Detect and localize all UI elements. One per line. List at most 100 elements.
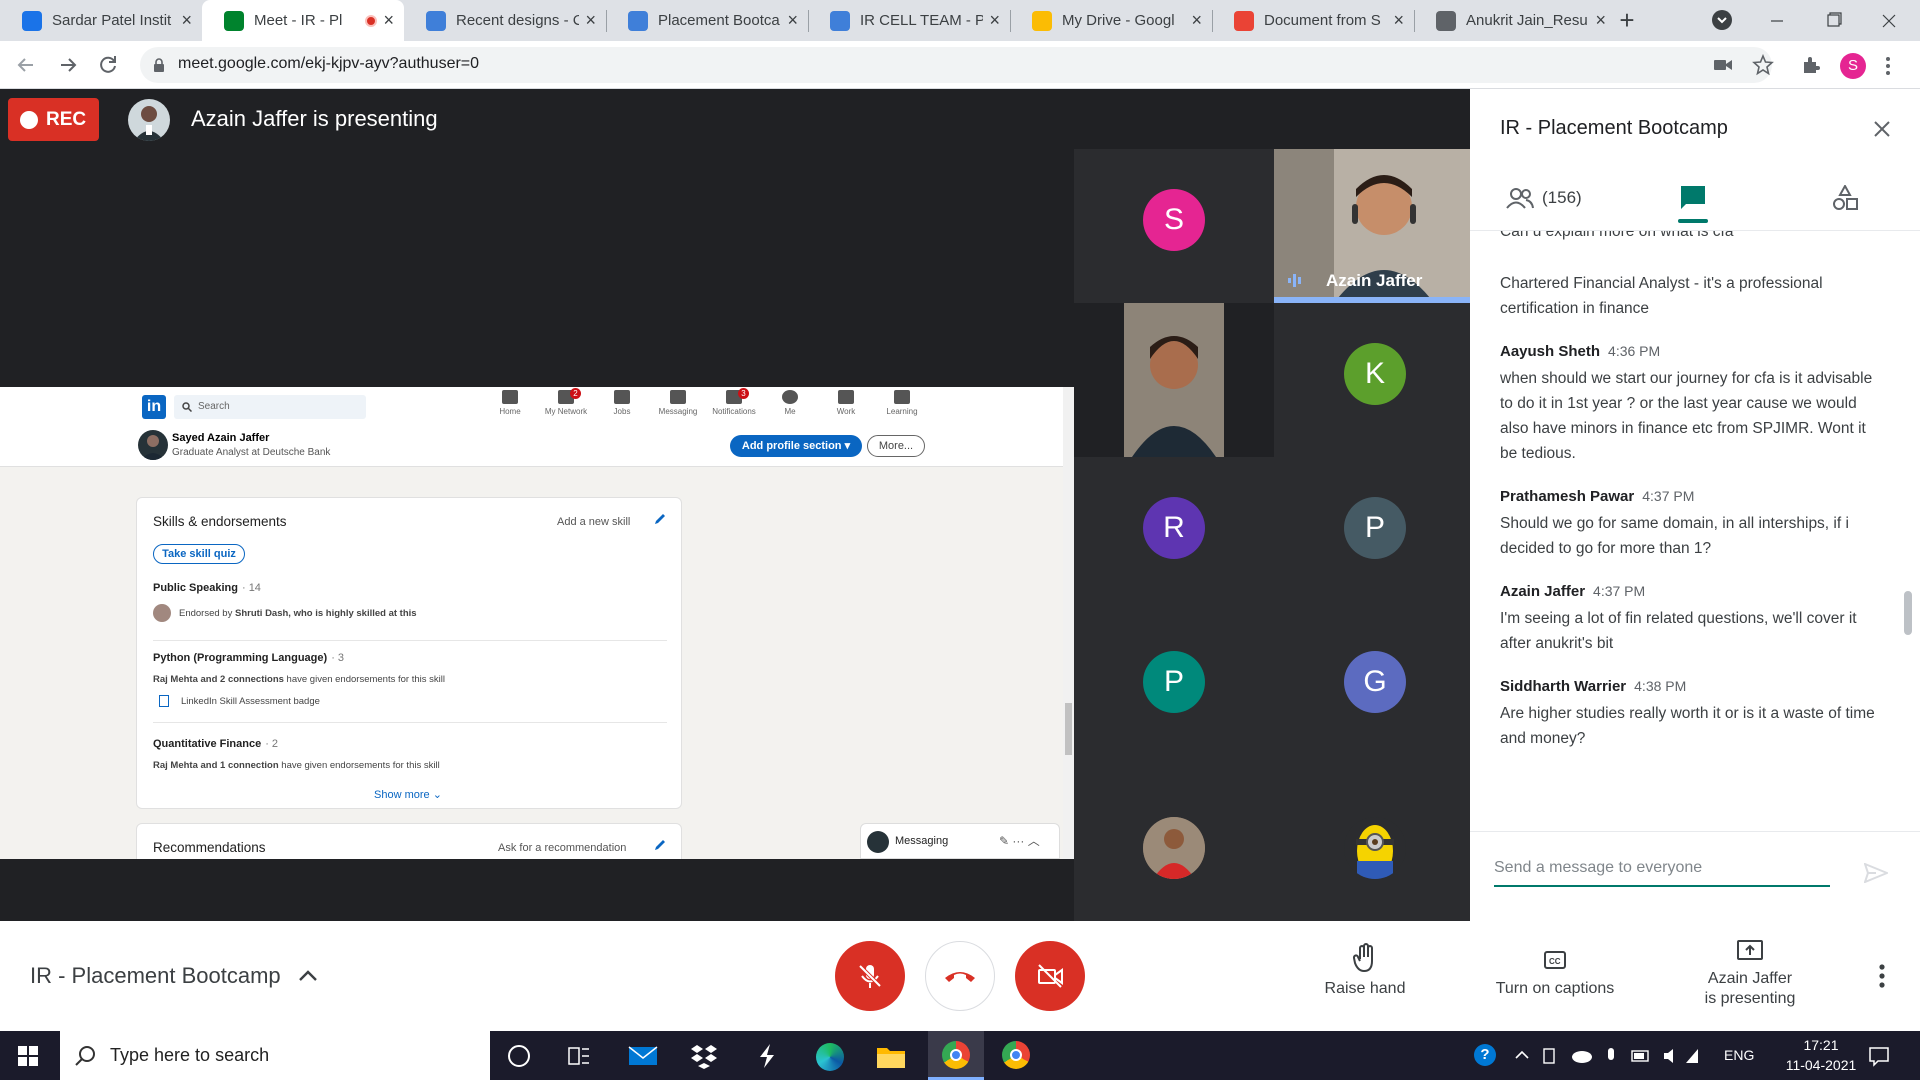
presentation-button[interactable]: Azain Jaffer is presenting: [1680, 939, 1820, 1023]
extensions-puzzle-icon[interactable]: [1800, 54, 1822, 76]
participant-avatar[interactable]: K: [1344, 343, 1406, 405]
browser-menu-icon[interactable]: [1884, 55, 1892, 77]
chat-message-input[interactable]: Send a message to everyone: [1494, 859, 1830, 887]
ask-recommendation-link[interactable]: Ask for a recommendation: [498, 842, 626, 854]
browser-tab[interactable]: My Drive - Googl ×: [1010, 0, 1212, 41]
participant-video-tile[interactable]: [1074, 303, 1274, 457]
minimize-window-button[interactable]: [1762, 6, 1792, 36]
skill-badge[interactable]: LinkedIn Skill Assessment badge: [153, 695, 667, 707]
linkedin-logo[interactable]: in: [142, 395, 166, 419]
captions-button[interactable]: CC Turn on captions: [1480, 949, 1630, 1009]
raise-hand-button[interactable]: Raise hand: [1310, 943, 1420, 1003]
linkedin-search-input[interactable]: Search: [174, 395, 366, 419]
linkedin-nav-notifications[interactable]: Notifications 3: [706, 388, 762, 420]
linkedin-profile-name[interactable]: Sayed Azain Jaffer: [172, 432, 269, 444]
speaker-tile[interactable]: Azain Jaffer: [1274, 149, 1470, 303]
skill-endorsement[interactable]: Raj Mehta and 2 connections have given e…: [153, 674, 667, 685]
participant-avatar[interactable]: R: [1143, 497, 1205, 559]
add-profile-section-button[interactable]: Add profile section ▾: [730, 435, 862, 457]
participant-photo-avatar[interactable]: [1143, 817, 1205, 879]
taskbar-search-box[interactable]: Type here to search: [60, 1031, 490, 1080]
tray-icons[interactable]: [1540, 1045, 1700, 1067]
scrollbar-thumb[interactable]: [1065, 703, 1072, 755]
camera-off-button[interactable]: [1015, 941, 1085, 1011]
mail-app-icon[interactable]: [628, 1045, 658, 1067]
notifications-icon[interactable]: [1868, 1045, 1890, 1067]
add-skill-link[interactable]: Add a new skill: [557, 516, 630, 528]
close-window-button[interactable]: [1874, 6, 1904, 36]
camera-in-use-icon[interactable]: [1712, 54, 1734, 76]
close-panel-icon[interactable]: [1870, 117, 1894, 141]
close-tab-icon[interactable]: ×: [585, 10, 596, 31]
microphone-off-button[interactable]: [835, 941, 905, 1011]
linkedin-nav-me[interactable]: Me: [762, 390, 818, 420]
take-skill-quiz-button[interactable]: Take skill quiz: [153, 544, 245, 564]
close-tab-icon[interactable]: ×: [383, 10, 394, 31]
forward-icon[interactable]: [56, 53, 80, 77]
participant-minion-avatar[interactable]: [1344, 817, 1406, 879]
browser-tab[interactable]: Placement Bootca ×: [606, 0, 808, 41]
close-tab-icon[interactable]: ×: [181, 10, 192, 31]
edge-browser-icon[interactable]: [816, 1043, 844, 1071]
windows-start-icon[interactable]: [18, 1046, 38, 1066]
skill-name[interactable]: Python (Programming Language) · 3: [153, 652, 667, 664]
clock-time[interactable]: 17:21: [1790, 1037, 1852, 1053]
skill-endorsement[interactable]: Endorsed by Shruti Dash, who is highly s…: [153, 604, 667, 622]
chrome-second-profile-icon[interactable]: [1002, 1041, 1030, 1069]
show-more-link[interactable]: Show more ⌄: [374, 788, 442, 801]
skill-endorsement[interactable]: Raj Mehta and 1 connection have given en…: [153, 760, 667, 771]
bookmark-star-icon[interactable]: [1752, 53, 1774, 76]
linkedin-nav-jobs[interactable]: Jobs: [594, 390, 650, 420]
tab-search-icon[interactable]: [1712, 10, 1732, 30]
profile-avatar[interactable]: S: [1840, 53, 1866, 79]
people-tab[interactable]: (156): [1506, 185, 1582, 211]
skill-name[interactable]: Public Speaking · 14: [153, 582, 667, 594]
lock-icon[interactable]: [152, 57, 166, 73]
browser-tab[interactable]: Meet - IR - Pl ×: [202, 0, 404, 41]
back-icon[interactable]: [14, 53, 38, 77]
more-options-icon[interactable]: [1878, 963, 1886, 989]
send-icon[interactable]: [1863, 862, 1890, 884]
linkedin-nav-messaging[interactable]: Messaging: [650, 390, 706, 420]
cortana-icon[interactable]: [508, 1045, 530, 1067]
task-view-icon[interactable]: [568, 1045, 590, 1067]
new-tab-button[interactable]: +: [1612, 6, 1642, 36]
linkedin-nav-network[interactable]: My Network 2: [538, 388, 594, 420]
skill-name[interactable]: Quantitative Finance · 2: [153, 738, 667, 750]
meeting-details-button[interactable]: IR - Placement Bootcamp: [30, 963, 319, 989]
browser-tab[interactable]: Anukrit Jain_Resu ×: [1414, 0, 1616, 41]
tray-overflow-icon[interactable]: [1514, 1047, 1530, 1063]
edit-recommendations-icon[interactable]: [653, 838, 667, 852]
participant-avatar[interactable]: S: [1143, 189, 1205, 251]
participant-avatar[interactable]: P: [1344, 497, 1406, 559]
file-explorer-icon[interactable]: [876, 1045, 906, 1069]
close-tab-icon[interactable]: ×: [787, 10, 798, 31]
linkedin-messaging-widget[interactable]: Messaging ✎ ··· ︿: [860, 823, 1060, 859]
close-tab-icon[interactable]: ×: [1595, 10, 1606, 31]
pinned-app-icon[interactable]: [756, 1043, 778, 1069]
edit-pencil-icon[interactable]: [653, 512, 667, 526]
more-button[interactable]: More...: [867, 435, 925, 457]
participant-avatar[interactable]: G: [1344, 651, 1406, 713]
page-scrollbar[interactable]: [1063, 387, 1074, 859]
clock-date[interactable]: 11-04-2021: [1766, 1057, 1876, 1073]
leave-call-button[interactable]: [925, 941, 995, 1011]
close-tab-icon[interactable]: ×: [989, 10, 1000, 31]
address-bar[interactable]: meet.google.com/ekj-kjpv-ayv?authuser=0: [140, 47, 1772, 83]
maximize-window-button[interactable]: [1818, 6, 1848, 36]
messaging-controls-icon[interactable]: ✎ ··· ︿: [999, 832, 1040, 849]
help-icon[interactable]: ?: [1474, 1044, 1496, 1066]
close-tab-icon[interactable]: ×: [1191, 10, 1202, 31]
chrome-taskbar-active[interactable]: [928, 1031, 984, 1080]
dropbox-icon[interactable]: [690, 1043, 718, 1069]
linkedin-nav-learning[interactable]: Learning: [874, 390, 930, 420]
activities-tab-icon[interactable]: [1832, 183, 1858, 211]
browser-tab[interactable]: Document from S ×: [1212, 0, 1414, 41]
linkedin-nav-work-grid[interactable]: Work: [818, 390, 874, 420]
chat-tab[interactable]: [1678, 185, 1716, 223]
url-text[interactable]: meet.google.com/ekj-kjpv-ayv?authuser=0: [178, 55, 479, 73]
participant-avatar[interactable]: P: [1143, 651, 1205, 713]
linkedin-nav-home[interactable]: Home: [482, 390, 538, 420]
reload-icon[interactable]: [96, 53, 120, 77]
language-indicator[interactable]: ENG: [1724, 1047, 1754, 1063]
